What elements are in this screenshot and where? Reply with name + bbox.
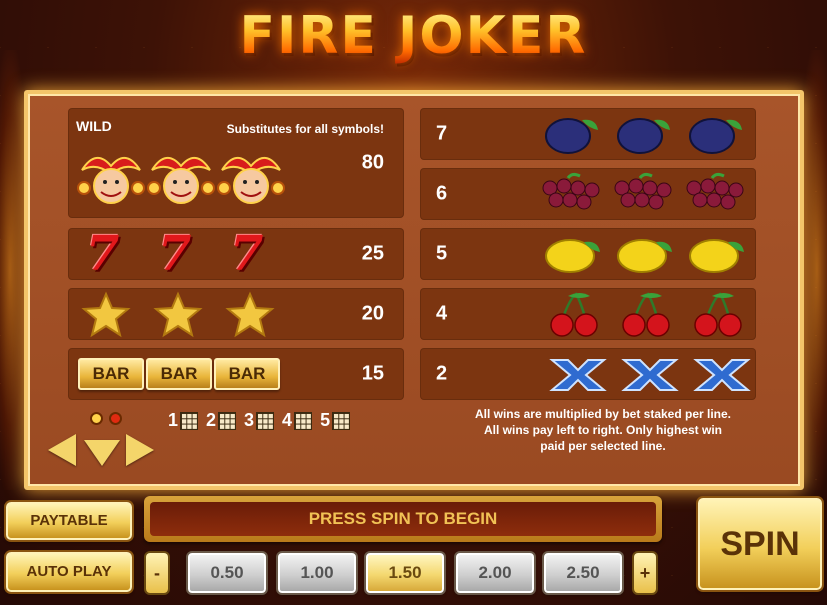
paytable-button[interactable]: PAYTABLE	[6, 502, 132, 540]
joker-icon	[217, 157, 285, 204]
x-count: 2	[436, 362, 448, 385]
grapes-count: 6	[436, 182, 448, 205]
joker-icon	[77, 157, 145, 204]
payline-2: 2	[206, 410, 237, 431]
lemon-icon-group	[545, 239, 744, 273]
payline-grid-icon	[256, 411, 275, 430]
wild-label: WILD	[76, 118, 112, 134]
payline-grid-icon	[332, 411, 351, 430]
lemon-icon	[545, 239, 600, 273]
wild-row: WILD Substitutes for all symbols! 80	[68, 108, 404, 218]
cherry-count: 4	[436, 302, 448, 325]
status-message: PRESS SPIN TO BEGIN	[150, 502, 656, 536]
plum-count: 7	[436, 122, 448, 145]
plum-row: 7	[420, 108, 756, 160]
star-icon	[81, 291, 131, 338]
grapes-row: 6	[420, 168, 756, 220]
stake-decrease-button[interactable]: -	[146, 553, 168, 593]
grapes-icon	[686, 172, 744, 210]
stake-option[interactable]: 2.00	[456, 553, 534, 593]
x-icon	[549, 359, 607, 391]
lemon-icon	[689, 239, 744, 273]
x-icon	[621, 359, 679, 391]
plum-icon	[545, 118, 598, 154]
grapes-icon	[542, 172, 600, 210]
cherry-row: 4	[420, 288, 756, 340]
autoplay-button[interactable]: AUTO PLAY	[6, 552, 132, 592]
payline-5: 5	[320, 410, 351, 431]
seven-row: 7 7 7 25	[68, 228, 404, 280]
cherry-icon	[550, 292, 598, 337]
cherry-icon-group	[550, 292, 742, 337]
cherry-icon	[622, 292, 670, 337]
wild-description: Substitutes for all symbols!	[226, 122, 384, 136]
payline-grid-icon	[218, 411, 237, 430]
payline-grid-icon	[294, 411, 313, 430]
rules-line-2: All wins pay left to right. Only highest…	[483, 423, 722, 437]
stake-option-selected[interactable]: 1.50	[366, 553, 444, 593]
message-bar: PRESS SPIN TO BEGIN	[144, 496, 662, 542]
page-dot[interactable]	[90, 412, 103, 425]
grapes-icon-group	[542, 172, 744, 210]
lemon-row: 5	[420, 228, 756, 280]
seven-icon: 7	[230, 226, 264, 282]
payline-number: 5	[320, 410, 331, 430]
star-icon-group	[81, 291, 275, 338]
rules-line-3: paid per selected line.	[540, 439, 666, 453]
rules-line-1: All wins are multiplied by bet staked pe…	[474, 407, 732, 421]
page-indicator	[90, 412, 122, 425]
star-row: 20	[68, 288, 404, 340]
arrow-down-button[interactable]	[84, 440, 120, 466]
stake-option[interactable]: 1.00	[278, 553, 356, 593]
payline-4: 4	[282, 410, 313, 431]
plum-icon	[689, 118, 742, 154]
stake-option[interactable]: 0.50	[188, 553, 266, 593]
payline-grid-icon	[180, 411, 199, 430]
rules-text: All wins are multiplied by bet staked pe…	[433, 406, 773, 454]
bar-row: BAR BAR BAR 15	[68, 348, 404, 400]
arrow-left-button[interactable]	[48, 434, 76, 466]
paylines-legend: 1 2 3 4 5	[168, 410, 351, 431]
payline-number: 1	[168, 410, 179, 430]
star-icon	[153, 291, 203, 338]
arrow-right-button[interactable]	[126, 434, 154, 466]
page-dot-active[interactable]	[109, 412, 122, 425]
x-icon-group	[549, 359, 751, 391]
plum-icon-group	[545, 118, 742, 154]
lemon-icon	[617, 239, 672, 273]
bar-icon: BAR	[78, 358, 144, 390]
stake-increase-button[interactable]: +	[634, 553, 656, 593]
wild-payout: 80	[361, 151, 384, 174]
payline-1: 1	[168, 410, 199, 431]
payline-3: 3	[244, 410, 275, 431]
seven-icon: 7	[86, 226, 120, 282]
paytable-board: WILD Substitutes for all symbols! 80 7 7…	[24, 90, 804, 490]
payline-number: 3	[244, 410, 255, 430]
stake-option[interactable]: 2.50	[544, 553, 622, 593]
payline-number: 4	[282, 410, 293, 430]
star-icon	[225, 291, 275, 338]
joker-icon	[147, 157, 215, 204]
x-icon	[693, 359, 751, 391]
game-title: FIRE JOKER	[0, 6, 827, 66]
grapes-icon	[614, 172, 672, 210]
plum-icon	[617, 118, 670, 154]
seven-icon: 7	[158, 226, 192, 282]
bar-payout: 15	[361, 362, 384, 385]
lemon-count: 5	[436, 242, 448, 265]
joker-icon-group	[77, 157, 285, 204]
bar-icon: BAR	[146, 358, 212, 390]
spin-button[interactable]: SPIN	[698, 498, 822, 590]
seven-payout: 25	[361, 242, 384, 265]
bar-icon: BAR	[214, 358, 280, 390]
cherry-icon	[694, 292, 742, 337]
payline-number: 2	[206, 410, 217, 430]
x-row: 2	[420, 348, 756, 400]
star-payout: 20	[361, 302, 384, 325]
